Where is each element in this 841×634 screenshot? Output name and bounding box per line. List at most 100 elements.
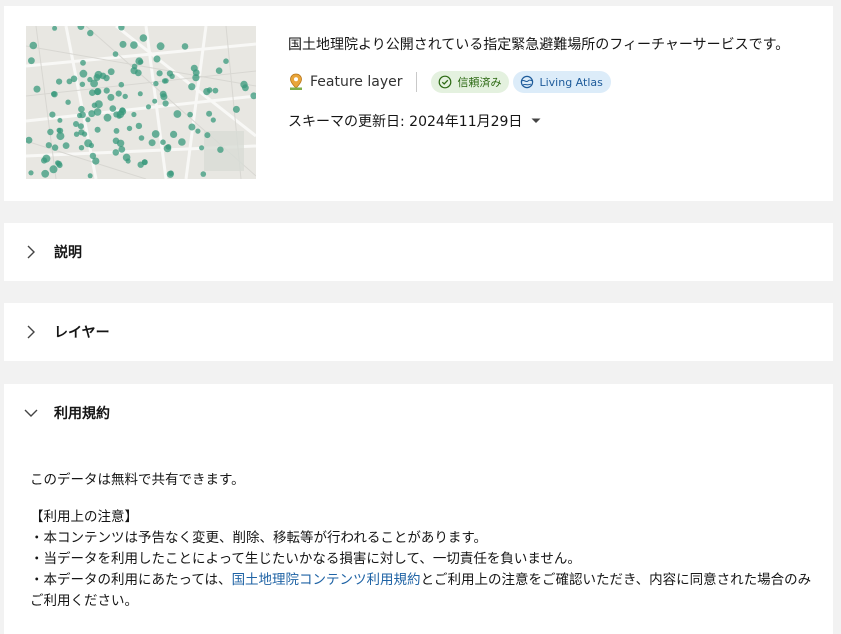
map-point	[85, 117, 91, 123]
map-point	[109, 105, 117, 112]
terms-section-header[interactable]: 利用規約	[4, 384, 833, 442]
map-point	[42, 154, 51, 163]
map-point	[78, 105, 85, 113]
map-point	[52, 26, 58, 31]
map-point	[199, 145, 205, 151]
map-thumbnail[interactable]	[26, 26, 256, 179]
map-point	[145, 104, 152, 110]
map-point	[112, 137, 120, 145]
feature-layer-icon	[290, 73, 302, 90]
map-point	[99, 72, 107, 80]
chevron-right-icon	[27, 325, 35, 339]
item-meta-row: Feature layer 信頼済み Living Atlas	[288, 70, 615, 94]
terms-item-with-link: ・本データの利用にあたっては、国土地理院コンテンツ利用規約とご利用上の注意をご確…	[30, 570, 820, 612]
map-point	[204, 132, 211, 139]
map-point	[153, 55, 161, 63]
description-section: 説明	[4, 223, 833, 281]
map-point	[73, 131, 80, 137]
map-point	[139, 34, 148, 42]
chevron-right-icon	[27, 245, 35, 259]
map-point	[115, 90, 122, 97]
map-point	[56, 132, 65, 141]
map-point	[170, 130, 178, 138]
terms-content: このデータは無料で共有できます。 【利用上の注意】 ・本コンテンツは予告なく変更…	[30, 470, 820, 612]
map-point	[156, 42, 165, 51]
map-point	[80, 59, 86, 66]
terms-line: このデータは無料で共有できます。	[30, 472, 245, 488]
map-point	[49, 111, 56, 118]
item-type-label: Feature layer	[310, 74, 403, 90]
map-point	[125, 158, 131, 164]
map-point	[181, 43, 189, 50]
schema-updated-dropdown[interactable]: スキーマの更新日: 2024年11月29日	[288, 110, 542, 132]
map-point	[242, 84, 249, 92]
map-point	[163, 78, 169, 84]
map-point	[113, 111, 120, 118]
living-atlas-badge[interactable]: Living Atlas	[513, 71, 611, 93]
map-point	[160, 139, 166, 145]
map-point	[51, 144, 59, 151]
map-point	[122, 93, 128, 100]
map-point	[118, 146, 126, 153]
map-point	[137, 91, 143, 97]
map-point	[163, 144, 172, 153]
map-point	[206, 87, 213, 93]
map-point	[84, 139, 93, 148]
map-point	[94, 100, 103, 109]
map-point	[118, 107, 127, 116]
map-point	[130, 67, 138, 75]
map-point	[56, 162, 63, 169]
description-section-header[interactable]: 説明	[4, 223, 833, 281]
map-point	[103, 113, 112, 122]
map-point	[65, 99, 71, 105]
map-point	[28, 57, 35, 65]
map-point	[112, 51, 119, 57]
map-point	[126, 125, 133, 132]
map-point	[160, 93, 168, 101]
map-point	[188, 83, 196, 91]
map-point	[87, 173, 93, 179]
map-point	[41, 169, 50, 178]
item-description: 国土地理院より公開されている指定緊急避難場所のフィーチャーサービスです。	[288, 37, 790, 53]
caret-down-icon	[531, 118, 541, 123]
check-circle-icon	[439, 75, 452, 89]
map-point	[51, 91, 58, 98]
layers-section-title: レイヤー	[54, 325, 110, 341]
living-atlas-badge-label: Living Atlas	[539, 75, 603, 89]
map-point	[187, 111, 193, 118]
map-point	[56, 78, 63, 85]
terms-of-use-section: 利用規約 このデータは無料で共有できます。 【利用上の注意】 ・本コンテンツは予…	[4, 384, 833, 634]
item-summary-card: 国土地理院より公開されている指定緊急避難場所のフィーチャーサービスです。 Fea…	[4, 6, 833, 201]
map-point	[153, 80, 159, 87]
map-point	[45, 142, 52, 149]
map-point	[107, 93, 115, 101]
map-point	[232, 105, 240, 113]
map-point	[88, 110, 96, 118]
map-point	[206, 110, 213, 117]
authoritative-badge-label: 信頼済み	[457, 76, 502, 89]
map-point	[103, 87, 110, 94]
map-point	[212, 87, 219, 94]
map-point	[62, 142, 70, 149]
map-point	[178, 138, 186, 146]
map-point	[28, 170, 34, 176]
map-point	[190, 64, 198, 72]
terms-notice-title: 【利用上の注意】	[30, 509, 138, 525]
map-point	[94, 126, 101, 133]
gsi-content-terms-link[interactable]: 国土地理院コンテンツ利用規約	[232, 572, 421, 588]
map-point	[118, 81, 125, 88]
map-point	[113, 128, 120, 134]
map-point	[87, 29, 94, 37]
map-point	[135, 57, 143, 65]
map-thumbnail-image	[26, 26, 256, 179]
map-point	[217, 146, 224, 153]
layers-section-header[interactable]: レイヤー	[4, 303, 833, 361]
map-point	[151, 130, 160, 138]
terms-item-prefix: ・本データの利用にあたっては、	[30, 572, 232, 588]
living-atlas-icon	[521, 75, 534, 89]
map-point	[49, 165, 58, 174]
map-point	[92, 157, 100, 165]
authoritative-badge[interactable]: 信頼済み	[431, 71, 510, 93]
map-point	[93, 74, 101, 81]
map-point	[168, 170, 174, 176]
